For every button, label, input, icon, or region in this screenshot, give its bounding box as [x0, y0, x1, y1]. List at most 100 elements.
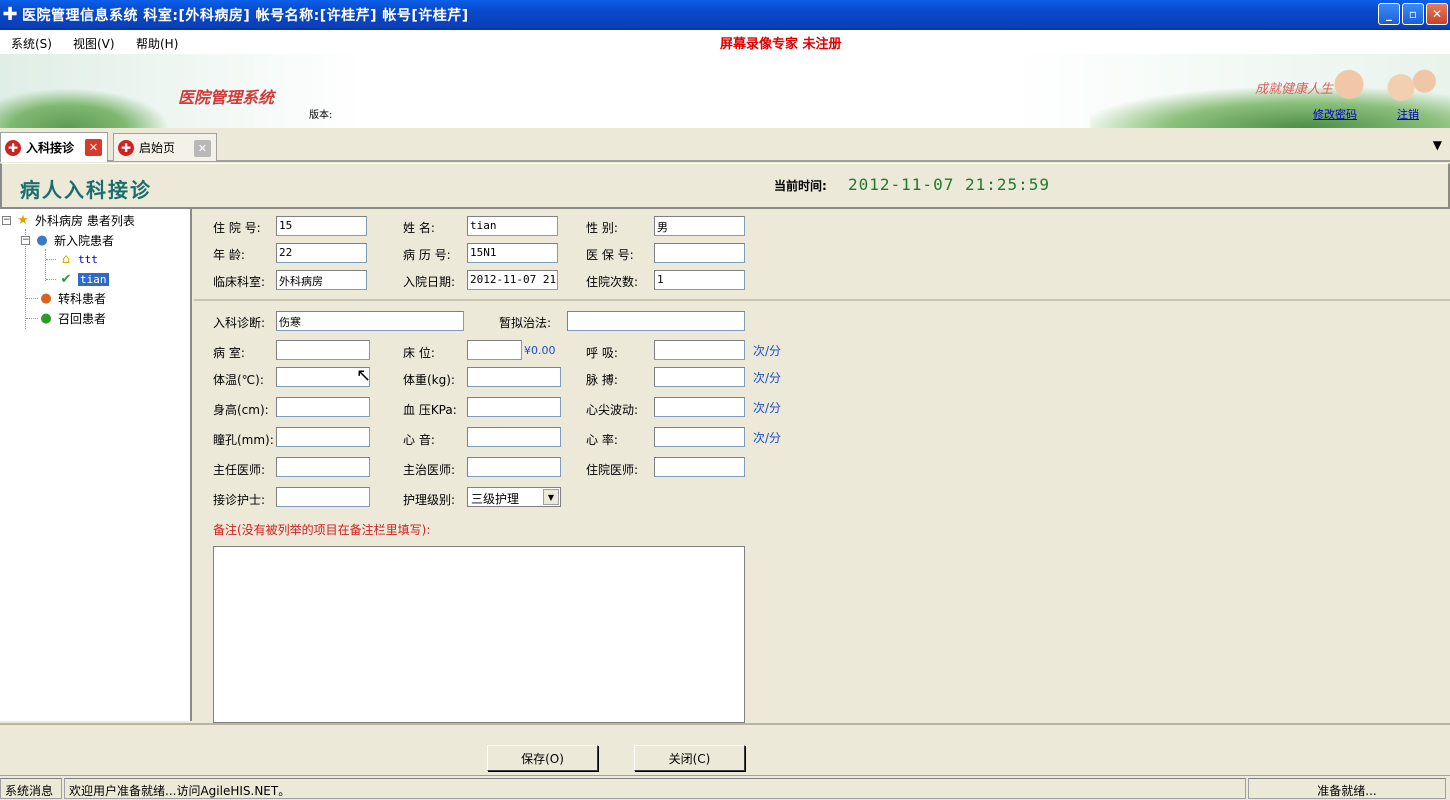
menu-help[interactable]: 帮助(H) [136, 35, 178, 52]
heart-rate-unit: 次/分 [753, 431, 782, 445]
height-field[interactable] [276, 397, 370, 417]
collapse-icon[interactable]: − [2, 215, 11, 225]
status-bar: 系统消息 欢迎用户准备就绪...访问AgileHIS.NET。 准备就绪... [0, 775, 1450, 800]
save-button[interactable]: 保存(O) [487, 745, 598, 771]
tab-admission[interactable]: ✚ 入科接诊 ✕ [0, 132, 108, 162]
nurse-label: 接诊护士: [213, 493, 266, 507]
minimize-button[interactable]: _ [1378, 3, 1400, 25]
respiration-unit: 次/分 [753, 344, 782, 358]
pupil-field[interactable] [276, 427, 370, 447]
dropdown-arrow-icon[interactable]: ▼ [543, 489, 559, 505]
diagnosis-label: 入科诊断: [213, 316, 266, 330]
tree-node-label: tian [78, 272, 109, 286]
tree-node-label: 转科患者 [58, 291, 107, 306]
department-field[interactable]: 外科病房 [276, 270, 367, 290]
pulse-label: 脉 搏: [586, 373, 618, 387]
weight-label: 体重(kg): [403, 373, 455, 387]
home-icon: ⌂ [61, 251, 71, 267]
page-title: 病人入科接诊 [20, 178, 152, 202]
nurse-field[interactable] [276, 487, 370, 507]
name-field[interactable]: tian [467, 216, 558, 236]
tree-transfer-patients[interactable]: ● 转科患者 [38, 289, 106, 307]
attending-doctor-field[interactable] [467, 457, 561, 477]
tab-close-icon[interactable]: ✕ [85, 139, 102, 156]
menu-view[interactable]: 视图(V) [73, 35, 115, 52]
tab-label: 启始页 [139, 141, 176, 155]
current-time-label: 当前时间: [774, 179, 827, 193]
temperature-label: 体温(℃): [213, 373, 264, 387]
button-bar: 保存(O) 关闭(C) [0, 723, 1450, 773]
tab-close-icon[interactable]: ✕ [194, 140, 211, 157]
star-icon: ★ [17, 212, 29, 228]
height-label: 身高(cm): [213, 403, 269, 417]
apex-beat-label: 心尖波动: [586, 403, 639, 417]
patient-tree: − ★ 外科病房 患者列表 − ● 新入院患者 ⌂ ttt ✔ tian ● 转… [0, 209, 192, 721]
care-level-select[interactable]: 三级护理 ▼ [467, 487, 561, 507]
tree-root-label: 外科病房 患者列表 [35, 213, 135, 228]
chief-doctor-field[interactable] [276, 457, 370, 477]
resident-doctor-field[interactable] [654, 457, 745, 477]
current-time-value: 2012-11-07 21:25:59 [848, 175, 1051, 194]
record-no-field[interactable]: 15N1 [467, 243, 558, 263]
cross-icon: ✚ [5, 139, 21, 156]
tree-root[interactable]: − ★ 外科病房 患者列表 [2, 211, 135, 229]
diagnosis-field[interactable]: 伤寒 [276, 311, 464, 331]
apex-beat-field[interactable] [654, 397, 745, 417]
patient-info-section: 住 院 号: 15 姓 名: tian 性 别: 男 年 龄: 22 病 历 号… [194, 209, 1450, 301]
admission-date-field[interactable]: 2012-11-07 21: [467, 270, 558, 290]
heart-sound-field[interactable] [467, 427, 561, 447]
treatment-label: 暂拟治法: [499, 316, 552, 330]
age-field[interactable]: 22 [276, 243, 367, 263]
respiration-field[interactable] [654, 340, 745, 360]
insurance-no-field[interactable] [654, 243, 745, 263]
ward-field[interactable] [276, 340, 370, 360]
menu-bar: 系统(S) 视图(V) 帮助(H) 屏幕录像专家 未注册 [0, 30, 1450, 54]
insurance-no-label: 医 保 号: [586, 248, 634, 262]
pupil-label: 瞳孔(mm): [213, 433, 274, 447]
page-header: 病人入科接诊 当前时间: 2012-11-07 21:25:59 [0, 163, 1450, 209]
close-button[interactable]: 关闭(C) [634, 745, 745, 771]
heart-rate-label: 心 率: [586, 433, 618, 447]
tree-patient-ttt[interactable]: ⌂ ttt [58, 250, 98, 268]
restore-button[interactable]: ▫ [1402, 3, 1424, 25]
heart-sound-label: 心 音: [403, 433, 435, 447]
close-window-button[interactable]: ✕ [1426, 3, 1448, 25]
tab-list-dropdown-icon[interactable]: ▼ [1433, 138, 1442, 152]
pulse-unit: 次/分 [753, 371, 782, 385]
remark-textarea[interactable] [213, 546, 745, 723]
bed-price: ¥0.00 [524, 344, 556, 357]
weight-field[interactable] [467, 367, 561, 387]
system-logo-title: 医院管理系统 [178, 88, 275, 107]
change-password-link[interactable]: 修改密码 [1313, 106, 1357, 122]
name-label: 姓 名: [403, 221, 435, 235]
ward-label: 病 室: [213, 346, 245, 360]
admission-no-field[interactable]: 15 [276, 216, 367, 236]
checkmark-icon: ✔ [60, 271, 72, 287]
admission-count-field[interactable]: 1 [654, 270, 745, 290]
pulse-field[interactable] [654, 367, 745, 387]
tab-start-page[interactable]: ✚ 启始页 ✕ [113, 133, 217, 161]
tree-new-patients[interactable]: − ● 新入院患者 [21, 231, 114, 249]
status-message: 欢迎用户准备就绪...访问AgileHIS.NET。 [64, 778, 1246, 799]
tab-label: 入科接诊 [26, 141, 75, 155]
tree-patient-tian[interactable]: ✔ tian [58, 270, 109, 288]
apex-beat-unit: 次/分 [753, 401, 782, 415]
window-title: 医院管理信息系统 科室:[外科病房] 帐号名称:[许桂芹] 帐号[许桂芹] [22, 8, 469, 24]
collapse-icon[interactable]: − [21, 235, 30, 245]
bed-field[interactable] [467, 340, 522, 360]
logout-link[interactable]: 注销 [1397, 106, 1419, 122]
treatment-field[interactable] [567, 311, 745, 331]
remark-label: 备注(没有被列举的项目在备注栏里填写): [213, 523, 431, 537]
tree-recall-patients[interactable]: ● 召回患者 [38, 309, 106, 327]
blood-pressure-field[interactable] [467, 397, 561, 417]
heart-rate-field[interactable] [654, 427, 745, 447]
person-icon: ● [40, 290, 52, 306]
gender-field[interactable]: 男 [654, 216, 745, 236]
admission-form: 入科诊断: 伤寒 暂拟治法: 病 室: 床 位: ¥0.00 呼 吸: 次/分 … [194, 303, 1450, 723]
blood-pressure-label: 血 压KPa: [403, 403, 457, 417]
tree-node-label: 新入院患者 [54, 233, 115, 248]
admission-count-label: 住院次数: [586, 275, 639, 289]
menu-system[interactable]: 系统(S) [11, 35, 52, 52]
department-label: 临床科室: [213, 275, 266, 289]
tree-node-label: 召回患者 [58, 311, 107, 326]
